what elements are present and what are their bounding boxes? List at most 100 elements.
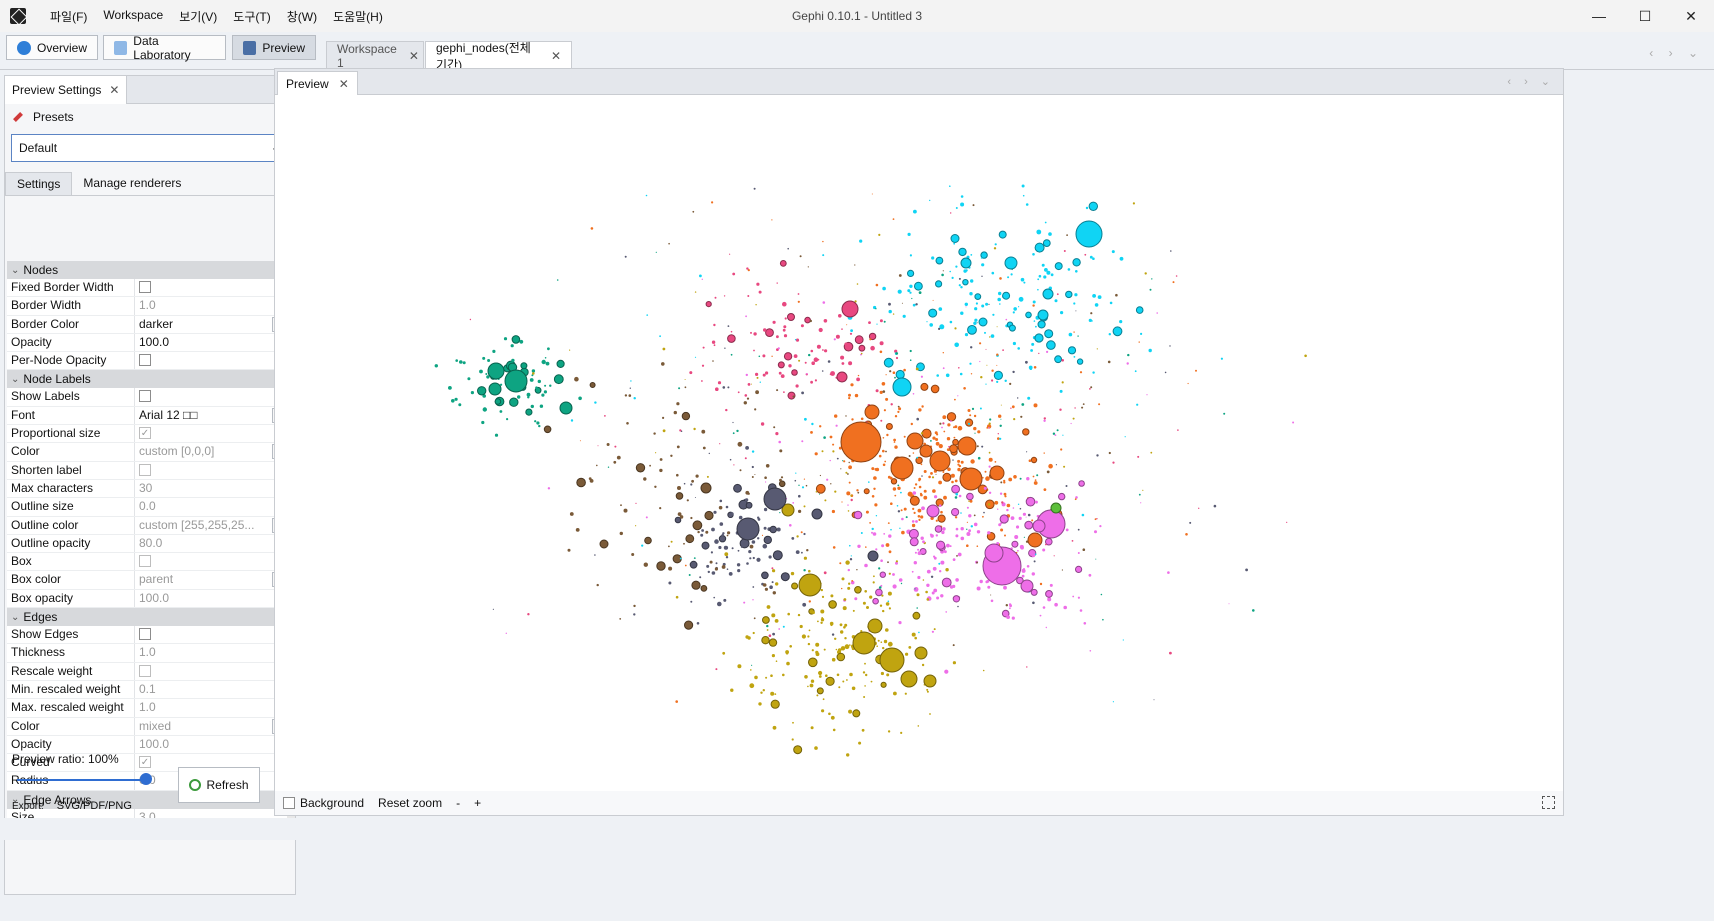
graph-node bbox=[853, 510, 863, 520]
tab-nav-arrows[interactable]: ‹ › ⌄ bbox=[1649, 46, 1704, 60]
menu-view[interactable]: 보기(V) bbox=[171, 8, 225, 25]
graph-node bbox=[1073, 356, 1076, 358]
fullscreen-icon[interactable] bbox=[1542, 796, 1555, 809]
graph-node bbox=[933, 567, 936, 569]
border-color-value[interactable]: darker bbox=[139, 317, 173, 331]
graph-node bbox=[702, 346, 705, 349]
data-laboratory-button[interactable]: Data Laboratory bbox=[103, 34, 226, 62]
graph-node bbox=[1148, 348, 1152, 353]
graph-node bbox=[842, 606, 847, 611]
tab-workspace-1[interactable]: Workspace 1 ✕ bbox=[326, 41, 424, 70]
tab-manage-renderers[interactable]: Manage renderers bbox=[72, 172, 192, 195]
refresh-button[interactable]: Refresh bbox=[178, 767, 260, 803]
min-rescaled-weight-value[interactable]: 0.1 bbox=[135, 681, 287, 698]
outline-size-value[interactable]: 0.0 bbox=[135, 498, 287, 515]
menu-help[interactable]: 도움말(H) bbox=[325, 8, 391, 25]
graph-node bbox=[1304, 354, 1307, 358]
tab-preview-settings[interactable]: Preview Settings ✕ bbox=[5, 76, 128, 104]
menu-file[interactable]: 파일(F) bbox=[42, 8, 95, 25]
node-opacity-value[interactable]: 100.0 bbox=[135, 334, 287, 351]
per-node-opacity-checkbox[interactable] bbox=[139, 354, 151, 367]
graph-node bbox=[645, 516, 648, 519]
max-rescaled-weight-value[interactable]: 1.0 bbox=[135, 699, 287, 716]
box-color-value[interactable]: parent bbox=[139, 572, 173, 586]
menu-tools[interactable]: 도구(T) bbox=[225, 8, 278, 25]
tab-gephi-nodes[interactable]: gephi_nodes(전체기간) ✕ bbox=[425, 41, 572, 72]
outline-opacity-value[interactable]: 80.0 bbox=[135, 535, 287, 552]
preset-select[interactable]: Default ⌄ bbox=[11, 134, 289, 162]
graph-node bbox=[1037, 320, 1046, 329]
max-characters-value[interactable]: 30 bbox=[135, 480, 287, 497]
graph-node bbox=[1031, 572, 1035, 576]
minimize-button[interactable]: — bbox=[1576, 0, 1622, 32]
close-icon[interactable]: ✕ bbox=[109, 83, 119, 97]
curved-checkbox[interactable] bbox=[139, 756, 151, 769]
graph-node bbox=[897, 484, 900, 487]
graph-node bbox=[966, 492, 974, 501]
zoom-in-button[interactable]: + bbox=[474, 796, 481, 810]
border-width-value[interactable]: 1.0 bbox=[135, 297, 287, 314]
preview-canvas[interactable] bbox=[275, 96, 1563, 789]
network-graph[interactable] bbox=[275, 96, 1563, 789]
rescale-weight-checkbox[interactable] bbox=[139, 664, 151, 677]
graph-node bbox=[569, 512, 574, 516]
graph-node bbox=[869, 338, 872, 341]
graph-node bbox=[909, 291, 912, 294]
graph-node bbox=[757, 518, 761, 521]
tab-preview[interactable]: Preview ✕ bbox=[277, 71, 358, 95]
graph-node bbox=[668, 566, 673, 571]
graph-node bbox=[825, 674, 828, 677]
tab-settings[interactable]: Settings bbox=[5, 172, 73, 195]
graph-node bbox=[1033, 366, 1037, 369]
close-icon[interactable]: ✕ bbox=[409, 49, 419, 63]
show-labels-checkbox[interactable] bbox=[139, 390, 151, 403]
fixed-border-width-checkbox[interactable] bbox=[139, 281, 151, 293]
overview-button[interactable]: Overview bbox=[6, 35, 98, 60]
graph-node bbox=[865, 673, 868, 677]
menu-window[interactable]: 창(W) bbox=[279, 8, 325, 25]
graph-node bbox=[727, 531, 731, 535]
export-formats-link[interactable]: SVG/PDF/PNG bbox=[57, 800, 132, 812]
graph-node bbox=[1039, 614, 1042, 617]
proportional-size-checkbox[interactable] bbox=[139, 427, 151, 440]
label-color-value[interactable]: custom [0,0,0] bbox=[139, 444, 214, 458]
zoom-out-button[interactable]: - bbox=[456, 796, 460, 810]
section-edges[interactable]: Edges bbox=[7, 608, 287, 627]
graph-node bbox=[920, 536, 924, 540]
font-value[interactable]: Arial 12 □□ bbox=[139, 408, 198, 422]
graph-node bbox=[718, 545, 722, 550]
close-icon[interactable]: ✕ bbox=[551, 49, 561, 63]
graph-node bbox=[1037, 288, 1039, 291]
graph-node bbox=[1098, 403, 1101, 406]
graph-node bbox=[996, 364, 998, 366]
preview-button[interactable]: Preview bbox=[232, 35, 316, 60]
background-checkbox[interactable] bbox=[283, 797, 295, 809]
menu-workspace[interactable]: Workspace bbox=[95, 8, 171, 25]
graph-node bbox=[974, 293, 982, 301]
section-nodes[interactable]: Nodes bbox=[7, 261, 287, 279]
edge-opacity-value[interactable]: 100.0 bbox=[135, 736, 287, 753]
thickness-value[interactable]: 1.0 bbox=[135, 644, 287, 661]
edge-color-value[interactable]: mixed bbox=[139, 719, 171, 733]
preview-nav-arrows[interactable]: ‹ › ⌄ bbox=[1507, 75, 1555, 88]
graph-node bbox=[752, 586, 755, 588]
reset-zoom-button[interactable]: Reset zoom bbox=[378, 796, 442, 810]
graph-node bbox=[527, 613, 530, 616]
graph-node bbox=[458, 403, 462, 407]
show-edges-checkbox[interactable] bbox=[139, 628, 151, 641]
box-checkbox[interactable] bbox=[139, 555, 151, 568]
graph-node bbox=[998, 230, 1007, 239]
box-opacity-value[interactable]: 100.0 bbox=[135, 590, 287, 607]
graph-node bbox=[867, 618, 883, 634]
close-button[interactable]: ✕ bbox=[1668, 0, 1714, 32]
outline-color-value[interactable]: custom [255,255,25... bbox=[139, 518, 254, 532]
slider-handle[interactable] bbox=[140, 773, 152, 785]
close-icon[interactable]: ✕ bbox=[339, 77, 349, 91]
shorten-label-checkbox[interactable] bbox=[139, 463, 151, 476]
graph-node bbox=[624, 394, 628, 397]
preview-ratio-slider[interactable] bbox=[17, 779, 147, 781]
graph-node bbox=[964, 302, 968, 306]
maximize-button[interactable]: ☐ bbox=[1622, 0, 1668, 32]
section-node-labels[interactable]: Node Labels bbox=[7, 370, 287, 389]
graph-node bbox=[957, 436, 977, 456]
